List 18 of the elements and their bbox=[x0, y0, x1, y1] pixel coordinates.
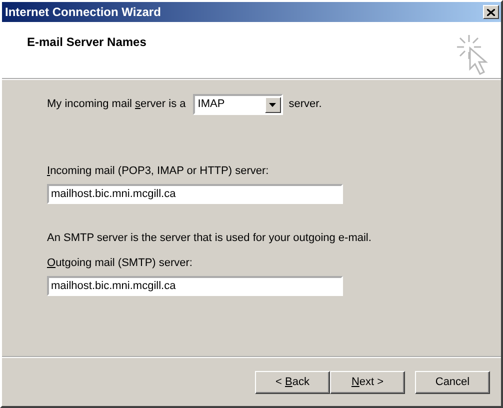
text-field[interactable]: mailhost.bic.mni.mcgill.ca bbox=[47, 184, 343, 204]
close-button[interactable] bbox=[483, 5, 499, 19]
field-suffix: server. bbox=[288, 97, 322, 112]
info-text: An SMTP server is the server that is used for your outgoing e-mail. bbox=[47, 230, 372, 246]
page-heading: E-mail Server Names bbox=[27, 35, 146, 49]
server-type-dropdown[interactable]: IMAP bbox=[192, 94, 283, 115]
caret-icon bbox=[269, 102, 276, 106]
dropdown-value: IMAP bbox=[198, 97, 225, 112]
close-icon bbox=[487, 8, 495, 16]
cancel-button[interactable]: Cancel bbox=[415, 370, 490, 394]
window-title: Internet Connection Wizard bbox=[5, 4, 161, 21]
field-label: Incoming mail (POP3, IMAP or HTTP) server: bbox=[47, 164, 269, 179]
dropdown-button[interactable] bbox=[264, 96, 281, 112]
field-label: Outgoing mail (SMTP) server: bbox=[47, 256, 192, 271]
wizard-button[interactable]: < Back bbox=[255, 370, 330, 394]
text-field[interactable]: mailhost.bic.mni.mcgill.ca bbox=[47, 276, 343, 296]
wizard-button[interactable]: Next > bbox=[330, 370, 405, 394]
field-label: My incoming mail server is a bbox=[47, 97, 186, 112]
